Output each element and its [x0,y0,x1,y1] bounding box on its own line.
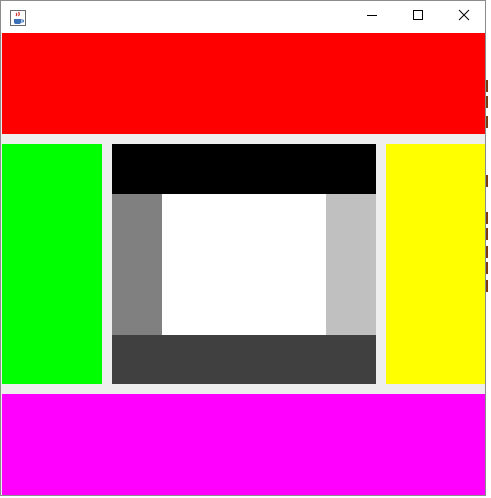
center-left-panel [112,194,162,335]
west-panel [2,144,102,384]
background-fragment [486,262,491,274]
title-bar[interactable] [1,1,485,33]
minimize-button[interactable] [349,1,395,33]
south-panel [2,394,485,495]
north-panel [2,33,485,134]
background-fragment [486,96,491,108]
maximize-button[interactable] [395,1,441,33]
background-fragment [486,246,491,258]
center-bottom-panel [112,335,376,384]
center-top-panel [112,144,376,194]
java-cup-icon [10,10,26,26]
content-pane [1,33,485,495]
background-fragment [486,228,491,240]
center-right-panel [326,194,376,335]
background-fragment [486,80,491,92]
app-window [0,0,486,496]
background-fragment [486,212,491,224]
minimize-icon [366,8,378,26]
background-window-edge [486,0,491,498]
close-icon [458,8,470,26]
center-middle-panel [162,194,326,335]
background-fragment [486,116,491,128]
east-panel [386,144,485,384]
background-fragment [486,175,491,187]
background-fragment [486,280,491,292]
maximize-icon [412,8,424,26]
close-button[interactable] [441,1,485,33]
